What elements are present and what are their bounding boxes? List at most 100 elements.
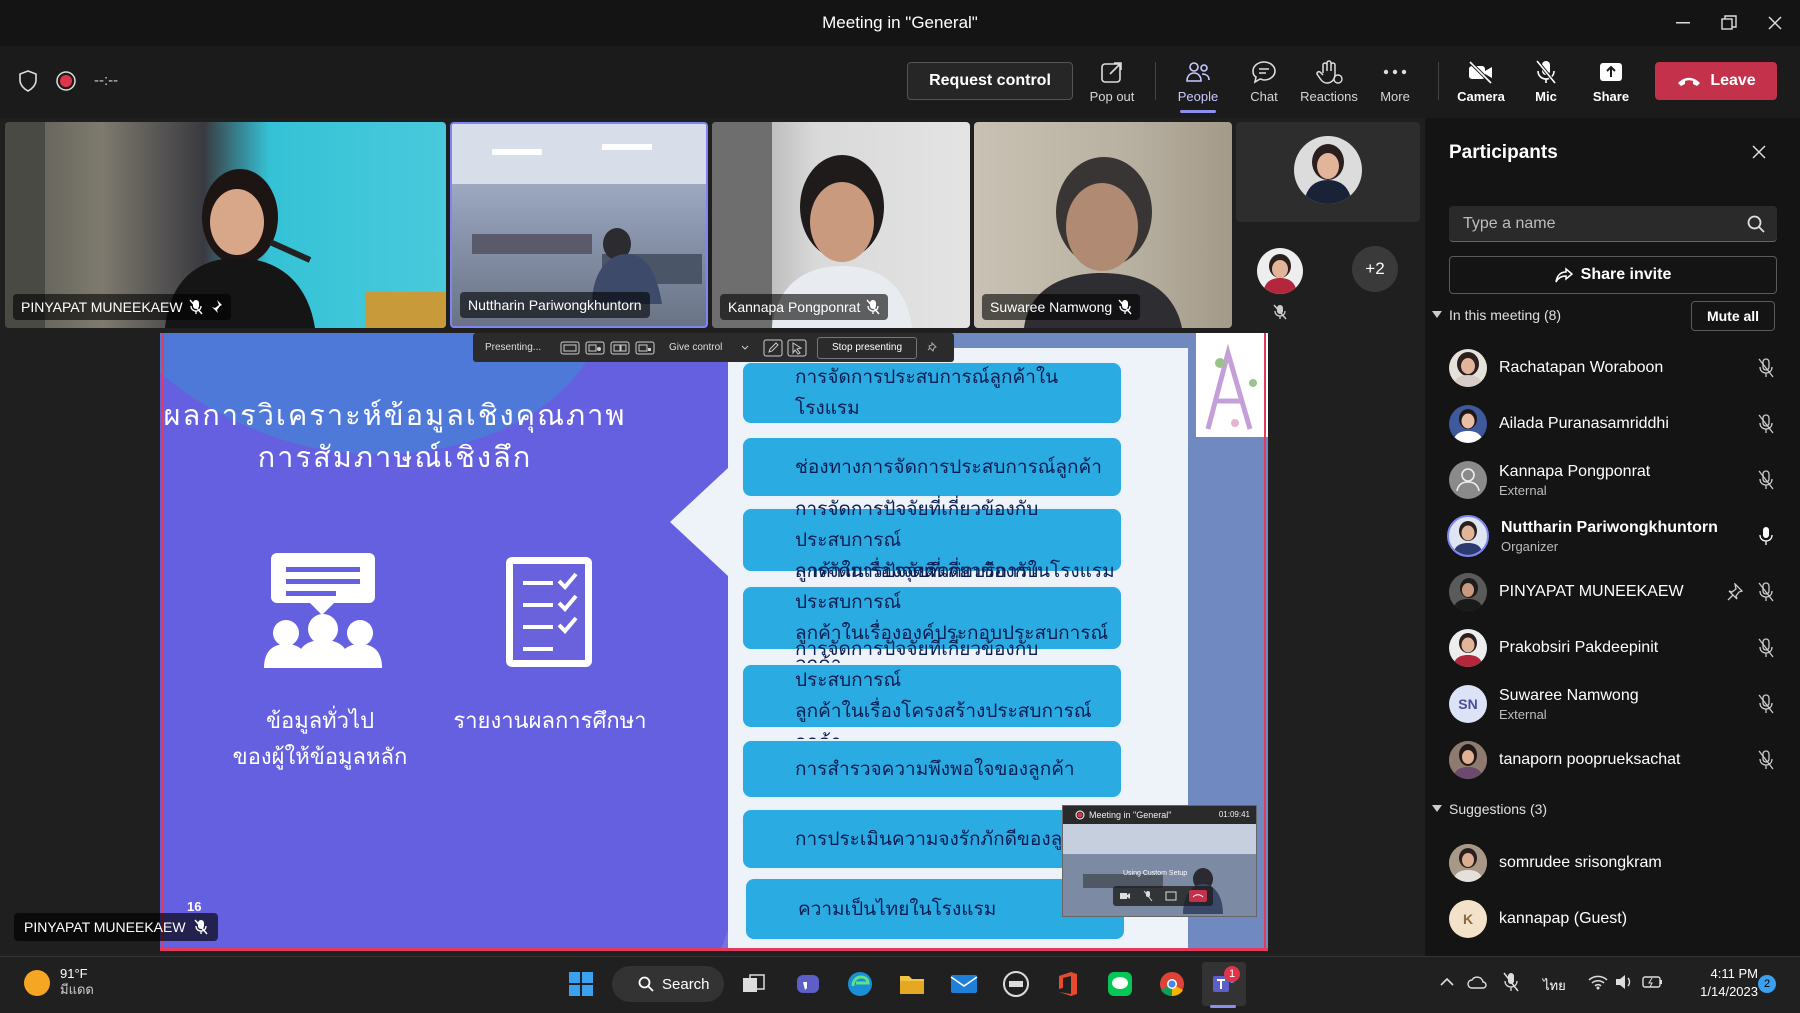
leave-button[interactable]: Leave xyxy=(1655,62,1777,100)
chrome-icon xyxy=(1160,972,1184,997)
participant-role: External xyxy=(1499,482,1547,498)
video-tile-kannapa[interactable]: Kannapa Pongponrat xyxy=(712,122,970,328)
pin-icon[interactable] xyxy=(1725,583,1743,601)
participant-row[interactable]: tanaporn pooprueksachat xyxy=(1430,733,1795,787)
overflow-participants-button[interactable]: +2 xyxy=(1352,246,1398,292)
search-input[interactable] xyxy=(1463,206,1733,242)
annotation-pen-icon[interactable] xyxy=(763,339,783,357)
video-tile-suwaree[interactable]: Suwaree Namwong xyxy=(974,122,1232,328)
mic-label: Mic xyxy=(1535,89,1557,104)
item-line: การสำรวจความพึงพอใจของลูกค้า xyxy=(795,758,1075,780)
close-window-button[interactable] xyxy=(1752,0,1798,46)
pin-toolbar-icon[interactable] xyxy=(927,341,937,354)
give-control-dropdown[interactable]: Give control xyxy=(669,342,749,353)
reactions-button[interactable]: Reactions xyxy=(1296,58,1362,110)
battery-icon[interactable] xyxy=(1642,974,1664,990)
line-app-button[interactable] xyxy=(1098,962,1142,1006)
weather-widget[interactable]: 91°F มีแดด xyxy=(60,966,94,998)
video-tile-nuttharin[interactable]: Nuttharin Pariwongkhuntorn xyxy=(450,122,708,328)
dell-icon xyxy=(1003,971,1029,997)
share-button[interactable]: Share xyxy=(1579,58,1643,110)
wifi-icon[interactable] xyxy=(1588,974,1608,990)
avatar xyxy=(1294,136,1362,204)
mic-off-icon[interactable] xyxy=(1502,972,1520,992)
minimize-button[interactable] xyxy=(1660,0,1706,46)
slide-page-number: 16 xyxy=(187,899,202,914)
mic-off-icon[interactable] xyxy=(1143,890,1153,902)
edge-button[interactable] xyxy=(838,962,882,1006)
participant-row[interactable]: Nuttharin Pariwongkhuntorn Organizer xyxy=(1430,509,1795,563)
taskbar-chat-button[interactable] xyxy=(786,962,830,1006)
audio-tile[interactable] xyxy=(1236,122,1420,222)
weather-sun-icon[interactable] xyxy=(24,970,50,996)
participant-row[interactable]: Prakobsiri Pakdeepinit xyxy=(1430,621,1795,675)
camera-label: Camera xyxy=(1457,89,1505,104)
mic-on-icon xyxy=(1759,527,1773,545)
request-control-button[interactable]: Request control xyxy=(907,62,1073,100)
people-button[interactable]: People xyxy=(1166,58,1230,110)
shield-icon[interactable] xyxy=(18,70,38,97)
input-language[interactable]: ไทย xyxy=(1543,975,1566,996)
chat-button[interactable]: Chat xyxy=(1232,58,1296,110)
participant-row[interactable]: Kannapa Pongponrat External xyxy=(1430,453,1795,507)
cloud-icon[interactable] xyxy=(1467,975,1487,989)
share-icon[interactable] xyxy=(1165,891,1177,901)
people-icon xyxy=(1184,58,1212,86)
teams-window: Meeting in "General" --:-- Request contr… xyxy=(0,0,1800,1013)
suggestion-row[interactable]: somrudee srisongkram xyxy=(1430,836,1795,890)
pop-out-button[interactable]: Pop out xyxy=(1080,58,1144,110)
teams-button[interactable] xyxy=(1202,962,1246,1006)
search-label: Search xyxy=(662,975,710,993)
file-explorer-button[interactable] xyxy=(890,962,934,1006)
weather-temperature: 91°F xyxy=(60,966,88,981)
slide-right-caption: รายงานผลการศึกษา xyxy=(453,708,647,733)
start-button[interactable] xyxy=(559,962,603,1006)
participant-row[interactable]: Rachatapan Woraboon xyxy=(1430,341,1795,395)
taskbar-search[interactable]: Search xyxy=(612,966,724,1002)
video-tile-pinyapat[interactable]: PINYAPAT MUNEEKAEW xyxy=(5,122,446,328)
participant-name: Prakobsiri Pakdeepinit xyxy=(1499,639,1659,656)
participant-row[interactable]: PINYAPAT MUNEEKAEW xyxy=(1430,565,1795,619)
chrome-button[interactable] xyxy=(1150,962,1194,1006)
suggestion-row[interactable]: K kannapap (Guest) xyxy=(1430,892,1795,946)
mini-meeting-window[interactable]: Meeting in "General" 01:09:41 Using Cust… xyxy=(1062,805,1257,917)
dell-button[interactable] xyxy=(994,962,1038,1006)
hang-up-icon[interactable] xyxy=(1189,890,1207,902)
camera-icon[interactable] xyxy=(1119,891,1131,901)
slide-list-item: ช่องทางการจัดการประสบการณ์ลูกค้า xyxy=(741,436,1123,498)
pointer-icon[interactable] xyxy=(787,339,807,357)
in-meeting-section-header[interactable]: In this meeting (8) xyxy=(1432,307,1561,323)
layout-reporter-icon[interactable] xyxy=(635,340,655,356)
stop-presenting-button[interactable]: Stop presenting xyxy=(817,336,917,359)
notification-count-badge[interactable]: 2 xyxy=(1758,975,1776,993)
tile-name-tag: Kannapa Pongponrat xyxy=(720,294,889,320)
mini-controls xyxy=(1113,886,1213,906)
layout-content-only-icon[interactable] xyxy=(560,340,580,356)
suggestions-section-header[interactable]: Suggestions (3) xyxy=(1432,801,1547,817)
clock-time: 4:11 PM xyxy=(1710,966,1758,981)
volume-icon[interactable] xyxy=(1614,974,1634,990)
share-invite-button[interactable]: Share invite xyxy=(1449,256,1777,294)
mute-all-button[interactable]: Mute all xyxy=(1691,301,1775,331)
task-view-button[interactable] xyxy=(732,962,776,1006)
more-button[interactable]: More xyxy=(1363,58,1427,110)
mic-button[interactable]: Mic xyxy=(1514,58,1578,110)
layout-side-by-side-icon[interactable] xyxy=(610,340,630,356)
restore-button[interactable] xyxy=(1706,0,1752,46)
mail-button[interactable] xyxy=(942,962,986,1006)
avatar[interactable] xyxy=(1257,248,1303,294)
participant-row[interactable]: SN Suwaree Namwong External xyxy=(1430,677,1795,731)
office-button[interactable] xyxy=(1046,962,1090,1006)
chevron-up-icon[interactable] xyxy=(1440,977,1454,986)
close-icon[interactable] xyxy=(1752,145,1766,159)
camera-button[interactable]: Camera xyxy=(1449,58,1513,110)
search-icon[interactable] xyxy=(1747,215,1765,233)
layout-standout-icon[interactable] xyxy=(585,340,605,356)
participant-row[interactable]: Ailada Puranasamriddhi xyxy=(1430,397,1795,451)
tile-name-tag: Nuttharin Pariwongkhuntorn xyxy=(460,292,650,318)
pin-icon xyxy=(210,300,222,314)
search-box[interactable] xyxy=(1449,206,1777,242)
taskbar-clock[interactable]: 4:11 PM 1/14/2023 xyxy=(1680,965,1758,1001)
chat-label: Chat xyxy=(1250,89,1278,104)
avatar: K xyxy=(1449,900,1487,938)
